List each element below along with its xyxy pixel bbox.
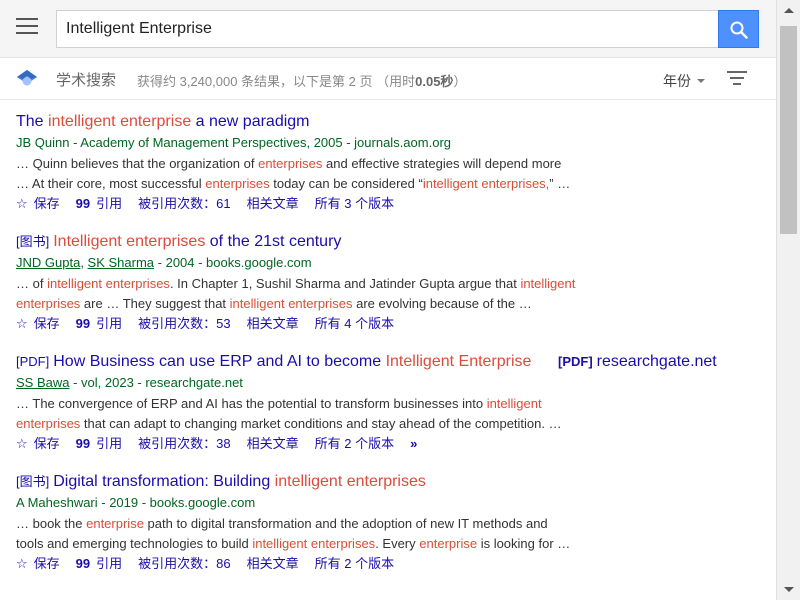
scholar-title[interactable]: 学术搜索 — [56, 69, 116, 90]
results-list: The intelligent enterprise a new paradig… — [16, 112, 756, 592]
result-item: The intelligent enterprise a new paradig… — [16, 112, 756, 213]
result-actions: ☆ 保存 99 引用 被引用次数：38 相关文章 所有 2 个版本 » — [16, 435, 756, 453]
search-button[interactable] — [718, 10, 759, 48]
cite-button[interactable]: 99 引用 — [76, 555, 122, 573]
result-snippet: … of intelligent enterprises. In Chapter… — [16, 276, 576, 311]
scroll-down-arrow-icon[interactable] — [777, 578, 800, 600]
stats-suffix: ） — [453, 74, 467, 89]
book-tag: [图书] — [16, 234, 50, 249]
all-versions-link[interactable]: 所有 4 个版本 — [315, 315, 394, 333]
cited-by-link[interactable]: 被引用次数：38 — [138, 435, 230, 453]
save-button[interactable]: ☆ 保存 — [16, 315, 60, 333]
scholar-logo-icon[interactable] — [17, 68, 37, 88]
result-meta: SS Bawa - vol, 2023 - researchgate.net — [16, 375, 243, 390]
pdf-side-link[interactable]: [PDF] researchgate.net — [558, 352, 717, 372]
cite-button[interactable]: 99 引用 — [76, 195, 122, 213]
caret-down-icon — [697, 78, 705, 83]
result-actions: ☆ 保存 99 引用 被引用次数：53 相关文章 所有 4 个版本 — [16, 315, 756, 333]
quote-icon: 99 — [75, 556, 91, 571]
more-options-icon[interactable]: » — [410, 435, 417, 453]
result-title-link[interactable]: The intelligent enterprise a new paradig… — [16, 113, 310, 130]
search-icon — [730, 21, 748, 39]
result-title-link[interactable]: Digital transformation: Building intelli… — [53, 473, 426, 490]
star-icon: ☆ — [16, 556, 28, 571]
hamburger-menu-icon[interactable] — [16, 18, 38, 38]
result-item: [图书] Digital transformation: Building int… — [16, 472, 756, 573]
scrollbar-thumb[interactable] — [780, 26, 797, 234]
result-item: [图书] Intelligent enterprises of the 21st … — [16, 232, 756, 333]
result-title-link[interactable]: Intelligent enterprises of the 21st cent… — [53, 233, 341, 250]
quote-icon: 99 — [75, 436, 91, 451]
pdf-tag: [PDF] — [16, 354, 50, 369]
save-button[interactable]: ☆ 保存 — [16, 555, 60, 573]
stats-time: 0.05秒 — [415, 74, 454, 89]
author-link[interactable]: SS Bawa — [16, 375, 69, 390]
result-actions: ☆ 保存 99 引用 被引用次数：86 相关文章 所有 2 个版本 — [16, 555, 756, 573]
scroll-up-arrow-icon[interactable] — [777, 0, 800, 22]
book-tag: [图书] — [16, 474, 50, 489]
quote-icon: 99 — [75, 316, 91, 331]
related-articles-link[interactable]: 相关文章 — [247, 435, 299, 453]
result-item: [PDF] How Business can use ERP and AI to … — [16, 352, 756, 453]
pdf-side-domain: researchgate.net — [596, 353, 717, 370]
result-meta: A Maheshwari - 2019 - books.google.com — [16, 495, 256, 510]
all-versions-link[interactable]: 所有 3 个版本 — [315, 195, 394, 213]
star-icon: ☆ — [16, 196, 28, 211]
vertical-scrollbar[interactable] — [776, 0, 800, 600]
all-versions-link[interactable]: 所有 2 个版本 — [315, 555, 394, 573]
cite-button[interactable]: 99 引用 — [76, 435, 122, 453]
cited-by-link[interactable]: 被引用次数：53 — [138, 315, 230, 333]
result-title: [PDF] How Business can use ERP and AI to … — [16, 352, 536, 372]
quote-icon: 99 — [75, 196, 91, 211]
result-title: The intelligent enterprise a new paradig… — [16, 112, 536, 132]
year-filter-dropdown[interactable]: 年份 — [663, 71, 705, 91]
stats-prefix: 获得约 3,240,000 条结果，以下是第 2 页 （用时 — [137, 74, 416, 89]
result-stats: 获得约 3,240,000 条结果，以下是第 2 页 （用时0.05秒） — [137, 71, 466, 90]
search-input[interactable] — [56, 10, 719, 48]
year-label: 年份 — [663, 73, 691, 89]
result-snippet: … book the enterprise path to digital tr… — [16, 516, 571, 551]
result-actions: ☆ 保存 99 引用 被引用次数：61 相关文章 所有 3 个版本 — [16, 195, 756, 213]
author-link[interactable]: SK Sharma — [88, 255, 154, 270]
filter-icon[interactable] — [727, 71, 747, 87]
related-articles-link[interactable]: 相关文章 — [247, 195, 299, 213]
result-title: [图书] Digital transformation: Building int… — [16, 472, 536, 492]
pdf-side-tag: [PDF] — [558, 354, 593, 369]
star-icon: ☆ — [16, 316, 28, 331]
save-button[interactable]: ☆ 保存 — [16, 435, 60, 453]
result-title-link[interactable]: How Business can use ERP and AI to becom… — [53, 353, 531, 370]
all-versions-link[interactable]: 所有 2 个版本 — [315, 435, 394, 453]
result-meta: JND Gupta, SK Sharma - 2004 - books.goog… — [16, 255, 312, 270]
result-snippet: … Quinn believes that the organization o… — [16, 156, 571, 191]
save-button[interactable]: ☆ 保存 — [16, 195, 60, 213]
cited-by-link[interactable]: 被引用次数：86 — [138, 555, 230, 573]
star-icon: ☆ — [16, 436, 28, 451]
cite-button[interactable]: 99 引用 — [76, 315, 122, 333]
related-articles-link[interactable]: 相关文章 — [247, 315, 299, 333]
related-articles-link[interactable]: 相关文章 — [247, 555, 299, 573]
result-meta: JB Quinn - Academy of Management Perspec… — [16, 135, 451, 150]
top-bar — [0, 0, 776, 58]
author-link[interactable]: JND Gupta — [16, 255, 80, 270]
cited-by-link[interactable]: 被引用次数：61 — [138, 195, 230, 213]
result-title: [图书] Intelligent enterprises of the 21st … — [16, 232, 536, 252]
results-subbar: 学术搜索 获得约 3,240,000 条结果，以下是第 2 页 （用时0.05秒… — [0, 58, 776, 100]
result-snippet: … The convergence of ERP and AI has the … — [16, 396, 562, 431]
